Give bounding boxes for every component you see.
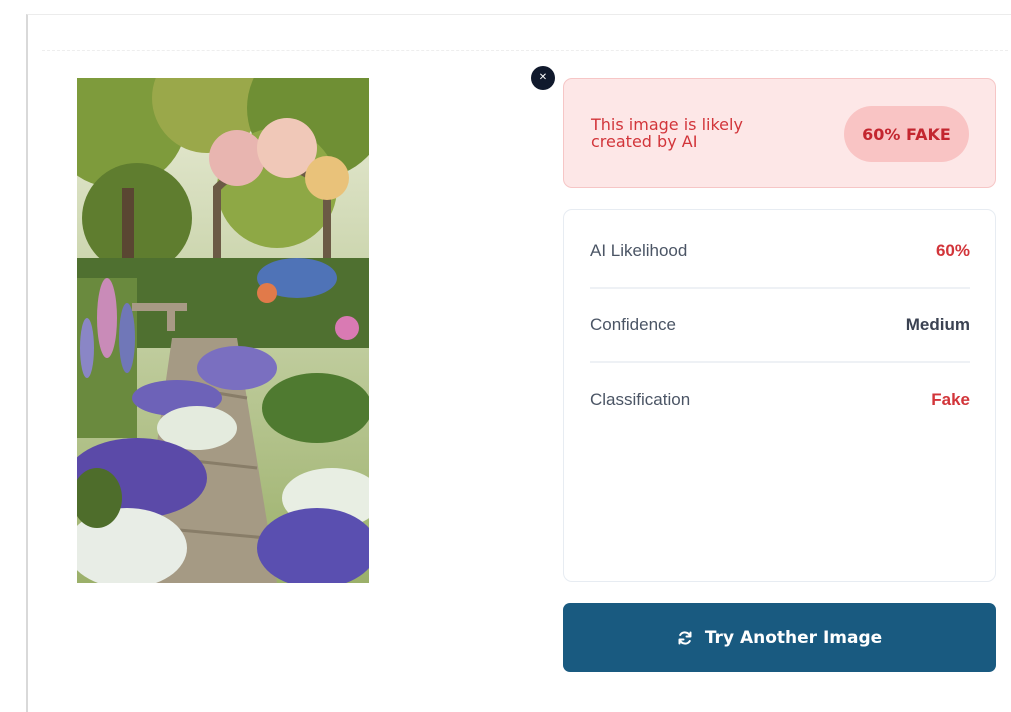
- divider: [42, 50, 1008, 51]
- stat-label: Classification: [590, 390, 691, 409]
- stat-row-confidence: Confidence Medium: [590, 289, 970, 363]
- refresh-icon: [677, 630, 693, 646]
- close-icon: ✕: [538, 72, 548, 83]
- stat-label: AI Likelihood: [590, 241, 688, 260]
- alert-message: This image is likely created by AI: [591, 115, 743, 151]
- stat-row-ai-likelihood: AI Likelihood 60%: [590, 215, 970, 289]
- stat-row-classification: Classification Fake: [590, 363, 970, 437]
- stat-value: Medium: [905, 315, 970, 334]
- uploaded-image: [77, 78, 369, 583]
- stats-card: AI Likelihood 60% Confidence Medium Clas…: [563, 209, 996, 582]
- close-button[interactable]: ✕: [531, 66, 555, 90]
- result-alert: This image is likely created by AI 60% F…: [563, 78, 996, 188]
- stat-value: Fake: [931, 390, 970, 409]
- stat-value: 60%: [935, 241, 970, 260]
- stat-label: Confidence: [590, 315, 677, 334]
- fake-score-badge: 60% FAKE: [844, 106, 969, 162]
- try-another-image-button[interactable]: Try Another Image: [563, 603, 996, 672]
- try-another-image-label: Try Another Image: [704, 627, 883, 648]
